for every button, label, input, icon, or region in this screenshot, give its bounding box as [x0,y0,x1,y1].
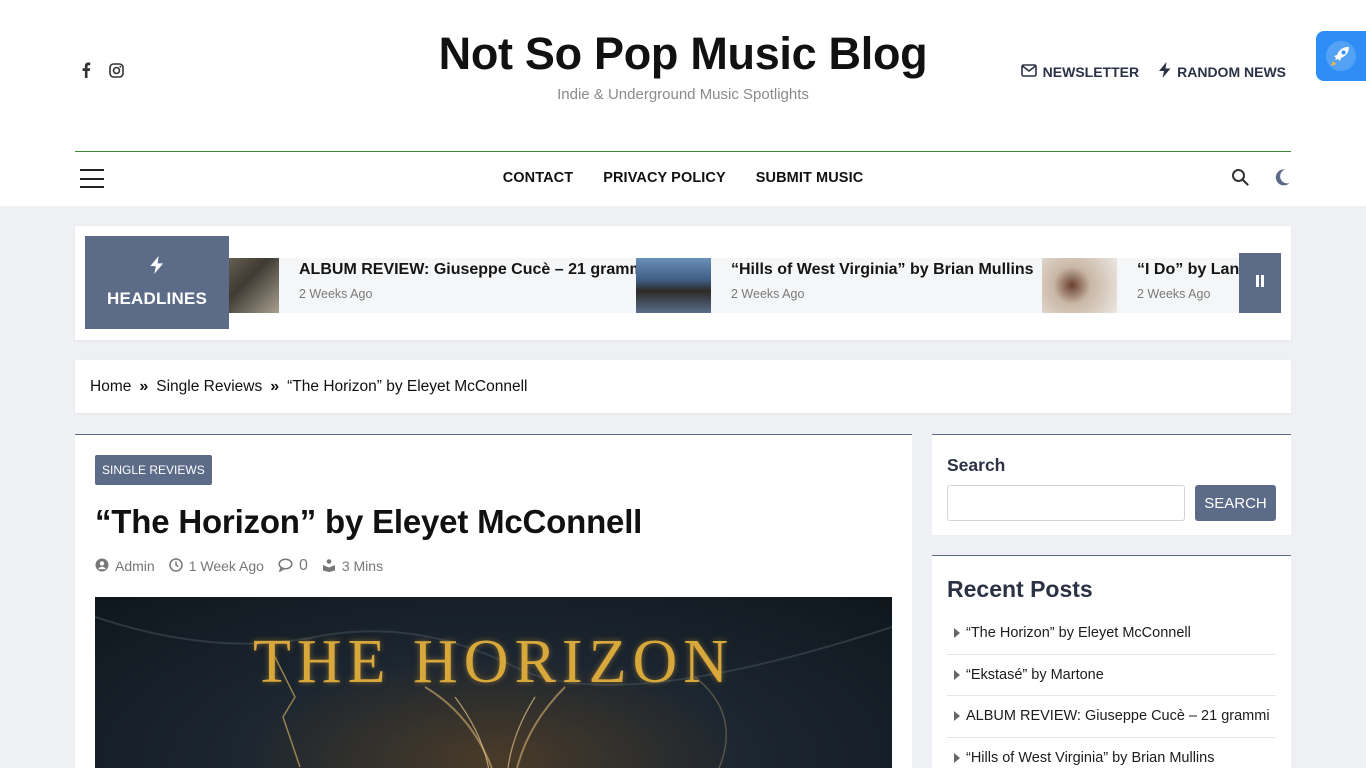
ticker-title[interactable]: ALBUM REVIEW: Giuseppe Cucè – 21 grammi [299,261,648,279]
headlines-label: HEADLINES [85,236,229,329]
post-date[interactable]: 1 Week Ago [168,557,264,575]
ticker-item[interactable]: “I Do” by Lana 2 Weeks Ago [1042,258,1239,313]
ticker-date: 2 Weeks Ago [1137,287,1211,301]
recent-posts-list: “The Horizon” by Eleyet McConnell “Eksta… [947,613,1276,768]
breadcrumb-home[interactable]: Home [90,378,131,396]
site-header: Not So Pop Music Blog Indie & Undergroun… [0,0,1366,206]
pause-icon [1255,274,1265,292]
list-item[interactable]: “Hills of West Virginia” by Brian Mullin… [947,738,1276,768]
list-item[interactable]: “The Horizon” by Eleyet McConnell [947,613,1276,655]
search-widget: Search SEARCH [932,434,1291,535]
featured-image: THE HORIZON [95,597,892,768]
recent-posts-title: Recent Posts [947,576,1093,602]
breadcrumb-current: “The Horizon” by Eleyet McConnell [287,377,528,395]
featured-image-title: THE HORIZON [253,628,734,696]
rocket-icon[interactable] [1316,31,1366,81]
breadcrumb-separator-icon: » [270,377,280,395]
search-button[interactable]: SEARCH [1195,485,1276,521]
recent-post-link[interactable]: “Hills of West Virginia” by Brian Mullin… [966,750,1214,766]
newsletter-label: NEWSLETTER [1042,63,1140,80]
clock-icon [168,557,183,575]
random-news-label: RANDOM NEWS [1177,63,1286,80]
nav-item-submit-music[interactable]: SUBMIT MUSIC [756,170,864,186]
nav-divider [75,151,1291,152]
post-comments[interactable]: 0 [278,557,308,575]
category-badge[interactable]: SINGLE REVIEWS [95,455,212,485]
date-text: 1 Week Ago [188,558,264,574]
search-widget-title: Search [947,455,1006,475]
envelope-icon [1020,63,1037,80]
headlines-label-text: HEADLINES [106,289,208,308]
header-links: NEWSLETTER RANDOM NEWS [1020,62,1286,81]
nav-item-contact[interactable]: CONTACT [503,170,574,186]
bolt-icon [1159,62,1171,81]
breadcrumb-separator-icon: » [139,377,149,395]
headlines-ticker: HEADLINES ALBUM REVIEW: Giuseppe Cucè – … [75,226,1291,340]
ticker-thumbnail[interactable] [1042,258,1117,313]
list-item[interactable]: ALBUM REVIEW: Giuseppe Cucè – 21 grammi [947,696,1276,738]
caret-right-icon [954,752,960,763]
ticker-item[interactable]: “Hills of West Virginia” by Brian Mullin… [636,258,1034,313]
ticker-title[interactable]: “Hills of West Virginia” by Brian Mullin… [731,261,1034,279]
pause-button[interactable] [1239,253,1281,313]
bolt-icon [150,256,164,279]
breadcrumb-category[interactable]: Single Reviews [156,378,262,396]
recent-posts-widget: Recent Posts “The Horizon” by Eleyet McC… [932,555,1291,768]
list-item[interactable]: “Ekstasé” by Martone [947,655,1276,696]
ticker-thumbnail[interactable] [229,258,279,313]
author-name: Admin [115,558,155,574]
caret-right-icon [954,628,960,639]
recent-post-link[interactable]: ALBUM REVIEW: Giuseppe Cucè – 21 grammi [966,708,1270,724]
dark-mode-moon-icon[interactable] [1273,168,1291,191]
site-tagline: Indie & Underground Music Spotlights [557,86,809,103]
ticker-track: ALBUM REVIEW: Giuseppe Cucè – 21 grammi … [229,258,1239,313]
comment-count: 0 [298,557,308,574]
ticker-title[interactable]: “I Do” by Lana [1137,261,1239,279]
post-meta: Admin 1 Week Ago 0 3 Mins [95,557,383,575]
newsletter-link[interactable]: NEWSLETTER [1020,63,1140,80]
nav-icons [1231,168,1291,191]
read-time-text: 3 Mins [341,558,384,574]
reading-icon [322,558,336,575]
ticker-date: 2 Weeks Ago [731,287,805,301]
search-input[interactable] [947,485,1185,521]
breadcrumb: Home » Single Reviews » “The Horizon” by… [75,360,1291,413]
ticker-item[interactable]: ALBUM REVIEW: Giuseppe Cucè – 21 grammi … [229,258,648,313]
post-read-time: 3 Mins [322,558,383,575]
main-navigation: CONTACT PRIVACY POLICY SUBMIT MUSIC [0,170,1366,186]
ticker-thumbnail[interactable] [636,258,711,313]
random-news-link[interactable]: RANDOM NEWS [1159,62,1286,81]
recent-post-link[interactable]: “Ekstasé” by Martone [966,667,1104,683]
caret-right-icon [954,669,960,680]
ticker-date: 2 Weeks Ago [299,287,373,301]
caret-right-icon [954,711,960,722]
comment-icon [278,557,293,575]
search-icon[interactable] [1231,168,1249,191]
recent-post-link[interactable]: “The Horizon” by Eleyet McConnell [966,625,1191,641]
post-title: “The Horizon” by Eleyet McConnell [95,503,643,540]
user-icon [95,558,109,575]
nav-item-privacy-policy[interactable]: PRIVACY POLICY [603,170,726,186]
post-author[interactable]: Admin [95,558,155,575]
article: SINGLE REVIEWS “The Horizon” by Eleyet M… [75,434,912,768]
